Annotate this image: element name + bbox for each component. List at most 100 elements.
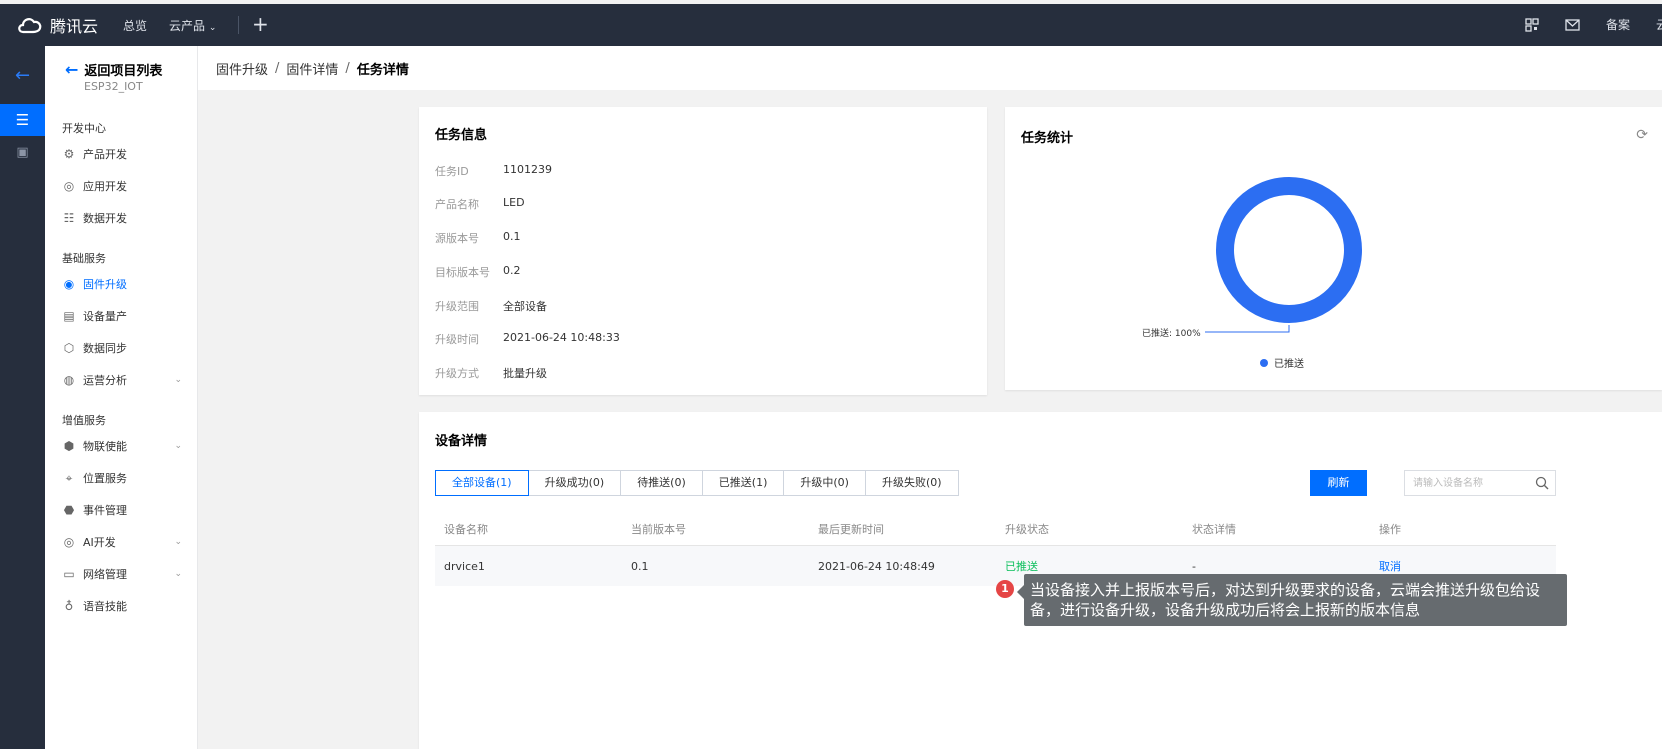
cell-version: 0.1 [631,559,649,573]
chevron-down-icon: ⌄ [174,375,182,385]
info-value: 2021-06-24 10:48:33 [503,331,620,344]
menu-item-ai-dev[interactable]: ◎ AI开发 ⌄ [62,532,192,552]
tab-pending[interactable]: 待推送(0) [620,470,703,496]
breadcrumb-firmware-detail[interactable]: 固件详情 [286,59,338,78]
menu-label: 运营分析 [83,374,127,387]
side-menu: ← 返回项目列表 ESP32_IOT 开发中心 ⚙ 产品开发 ◎ 应用开发 ☷ 数据开… [45,46,198,749]
task-info-card: 任务信息 任务ID 1101239 产品名称 LED 源版本号 0.1 目标版本号 0.… [419,107,987,395]
arrow-left-icon: ← [65,60,79,79]
left-rail: ← ☰ ▣ [0,46,45,749]
main-content: 固件升级 / 固件详情 / 任务详情 任务信息 任务ID 1101239 产品名称… [198,46,1662,749]
nav-overview[interactable]: 总览 [123,17,147,34]
group-title-basic: 基础服务 [62,252,106,265]
back-label: 返回项目列表 [84,64,163,79]
menu-item-product-dev[interactable]: ⚙ 产品开发 [62,144,192,164]
info-value: 全部设备 [503,300,547,313]
app-icon: ◎ [63,179,75,193]
menu-label: 数据同步 [83,342,127,355]
arrow-left-icon[interactable]: ← [0,56,45,96]
col-last-update: 最后更新时间 [818,522,884,536]
chevron-down-icon: ⌄ [208,23,217,33]
location-pin-icon: ⌖ [65,470,73,485]
cloud-icon [18,18,42,34]
menu-item-mass-production[interactable]: ▤ 设备量产 [62,306,192,326]
legend-dot [1260,358,1268,367]
nav-products[interactable]: 云产品 ⌄ [169,17,216,34]
menu-label: 设备量产 [83,310,127,323]
info-key: 任务ID [435,165,469,178]
info-key: 升级范围 [435,300,479,313]
nav-cloud-truncated[interactable]: 云 [1656,16,1662,33]
info-value: 1101239 [503,163,552,176]
chevron-down-icon: ⌄ [174,537,182,547]
sync-icon: ⬡ [63,341,75,355]
menu-item-data-dev[interactable]: ☷ 数据开发 [62,208,192,228]
nav-beian[interactable]: 备案 [1606,16,1630,33]
menu-label: AI开发 [83,536,116,549]
chart-legend: 已推送 [1260,355,1304,370]
tab-failed[interactable]: 升级失败(0) [864,470,959,496]
tab-upgrading[interactable]: 升级中(0) [783,470,866,496]
cell-device-name: drvice1 [444,559,485,573]
table-header: 设备名称 当前版本号 最后更新时间 升级状态 状态详情 操作 [435,512,1556,546]
tab-pushed[interactable]: 已推送(1) [701,470,785,496]
mail-icon[interactable] [1565,18,1580,31]
menu-item-voice[interactable]: ♁ 语音技能 [62,596,192,616]
tab-all[interactable]: 全部设备(1) [435,470,529,496]
event-icon: ⬣ [63,503,75,517]
search-icon[interactable] [1535,476,1549,490]
chevron-down-icon: ⌄ [174,569,182,579]
cell-update-time: 2021-06-24 10:48:49 [818,559,935,573]
menu-item-data-sync[interactable]: ⬡ 数据同步 [62,338,192,358]
breadcrumb-firmware[interactable]: 固件升级 [216,59,268,78]
info-value: 批量升级 [503,367,547,380]
logo[interactable]: 腾讯云 [16,13,98,37]
legend-label: 已推送 [1274,359,1304,370]
menu-label: 数据开发 [83,212,127,225]
menu-item-location[interactable]: ⌖ 位置服务 [62,468,192,488]
info-key: 升级方式 [435,367,479,380]
donut-slice [1216,177,1362,323]
tab-success[interactable]: 升级成功(0) [527,470,622,496]
task-info-title: 任务信息 [435,128,488,143]
search-input[interactable] [1405,471,1525,495]
top-nav: 总览 云产品 ⌄ [123,16,240,34]
back-to-projects[interactable]: ← 返回项目列表 [65,60,162,79]
group-title-value-added: 增值服务 [62,414,106,427]
menu-item-firmware[interactable]: ◉ 固件升级 [62,274,192,294]
chevron-down-icon: ⌄ [174,441,182,451]
info-value: LED [503,196,525,209]
qrcode-icon[interactable] [1525,17,1539,32]
annotation-badge: 1 [996,580,1014,598]
group-title-dev: 开发中心 [62,122,106,135]
refresh-button[interactable]: 刷新 [1310,470,1367,496]
hexagon-icon: ⬢ [63,439,75,453]
firmware-icon: ◉ [63,277,75,291]
breadcrumb: 固件升级 / 固件详情 / 任务详情 [198,46,1662,90]
menu-item-app-dev[interactable]: ◎ 应用开发 [62,176,192,196]
project-name: ESP32_IOT [84,80,143,93]
info-key: 目标版本号 [435,266,490,279]
book-icon[interactable]: ▣ [0,138,45,168]
donut-chart [1205,177,1362,333]
menu-label: 应用开发 [83,180,127,193]
menu-label: 位置服务 [83,472,127,485]
info-row: 任务ID 1101239 [435,163,552,179]
menu-item-network[interactable]: ▭ 网络管理 ⌄ [62,564,192,584]
microphone-icon: ♁ [64,599,74,613]
menu-label: 产品开发 [83,148,127,161]
brand-name: 腾讯云 [50,17,99,36]
top-right-tools: 备案 云 [1525,16,1662,33]
divider [238,16,240,34]
menu-item-iot-enable[interactable]: ⬢ 物联使能 ⌄ [62,436,192,456]
info-row: 产品名称 LED [435,196,525,212]
top-bar: 腾讯云 总览 云产品 ⌄ + 备案 云 [0,0,1662,46]
data-flow-icon: ☷ [63,211,75,225]
add-icon[interactable]: + [252,12,269,36]
device-detail-title: 设备详情 [435,434,488,449]
list-icon[interactable]: ☰ [0,104,45,136]
cancel-link[interactable]: 取消 [1370,558,1556,574]
col-device-name: 设备名称 [444,522,488,536]
menu-item-ops-analysis[interactable]: ◍ 运营分析 ⌄ [62,370,192,390]
menu-item-events[interactable]: ⬣ 事件管理 [62,500,192,520]
